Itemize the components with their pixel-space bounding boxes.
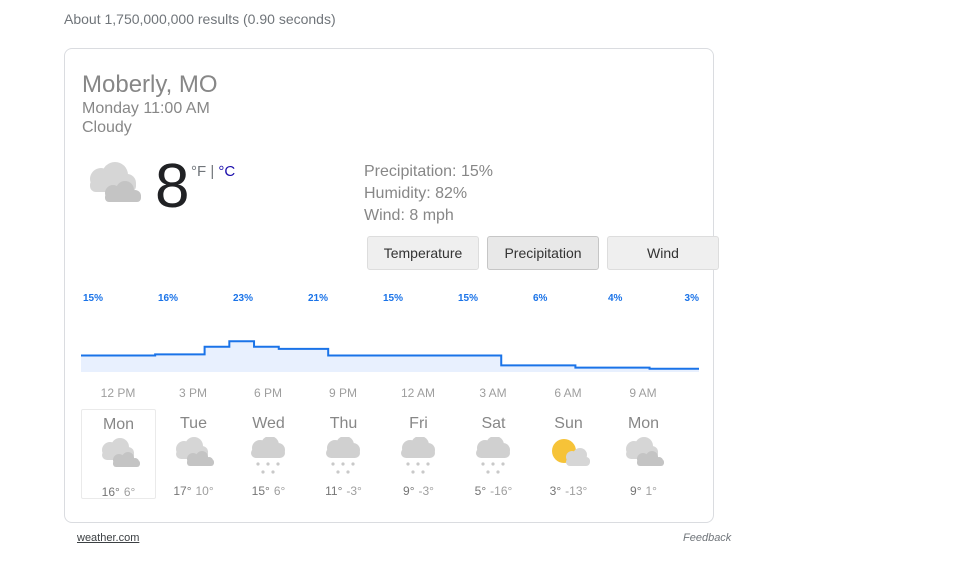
cloudy-icon (83, 161, 145, 212)
high-temp: 9° (630, 484, 642, 498)
day-name: Sun (554, 415, 583, 432)
current-condition: Cloudy (82, 119, 132, 136)
high-temp: 17° (173, 484, 192, 498)
data-label: 6% (533, 293, 548, 304)
day-name: Sat (481, 415, 506, 432)
cloudy-icon (171, 437, 216, 474)
tab-temperature[interactable]: Temperature (367, 236, 479, 270)
precipitation-detail: Precipitation: 15% (364, 163, 493, 180)
day-temps: 16° 6° (82, 485, 155, 499)
data-label: 15% (383, 293, 403, 304)
partly-cloudy-icon (546, 437, 591, 476)
x-tick-label: 3 AM (479, 386, 506, 400)
unit-separator: | (206, 163, 219, 180)
tab-precipitation[interactable]: Precipitation (487, 236, 599, 270)
result-stats: About 1,750,000,000 results (0.90 second… (64, 11, 336, 27)
day-temps: 17° 10° (156, 484, 231, 498)
day-forecast-6[interactable]: Sun 3° -13° (531, 409, 606, 499)
day-forecast-3[interactable]: Thu 11° -3° (306, 409, 381, 499)
day-temps: 9° -3° (381, 484, 456, 498)
unit-celsius[interactable]: °C (218, 163, 235, 180)
day-name: Fri (409, 415, 428, 432)
x-tick-label: 9 AM (629, 386, 656, 400)
day-temps: 5° -16° (456, 484, 531, 498)
x-tick-label: 6 AM (554, 386, 581, 400)
current-temperature: 8 (155, 152, 190, 221)
x-tick-label: 12 AM (401, 386, 435, 400)
day-name: Thu (329, 415, 358, 432)
data-label: 16% (158, 293, 178, 304)
low-temp: 10° (195, 484, 214, 498)
location-title[interactable]: Moberly, MO (82, 71, 218, 99)
unit-toggle: °F | °C (191, 163, 235, 180)
day-name: Mon (102, 416, 135, 433)
weather-details: Precipitation: 15% Humidity: 82% Wind: 8… (364, 161, 493, 227)
low-temp: 6° (123, 485, 136, 499)
high-temp: 15° (251, 484, 270, 498)
snow-icon (396, 436, 441, 482)
source-link[interactable]: weather.com (77, 532, 139, 544)
data-label: 21% (308, 293, 328, 304)
x-tick-label: 12 PM (101, 386, 136, 400)
day-name: Wed (252, 415, 285, 432)
unit-fahrenheit[interactable]: °F (191, 163, 206, 180)
day-name: Mon (627, 415, 660, 432)
day-forecast-0[interactable]: Mon 16° 6° (81, 409, 156, 499)
day-forecast-4[interactable]: Fri 9° -3° (381, 409, 456, 499)
high-temp: 5° (474, 484, 487, 498)
high-temp: 11° (325, 484, 343, 498)
x-tick-label: 3 PM (179, 386, 207, 400)
current-time: Monday 11:00 AM (82, 100, 210, 117)
data-label: 4% (608, 293, 623, 304)
day-name: Tue (180, 415, 207, 432)
snow-icon (471, 436, 516, 482)
feedback-link[interactable]: Feedback (683, 532, 731, 544)
day-forecast-2[interactable]: Wed 15° 6° (231, 409, 306, 499)
cloudy-icon (97, 438, 142, 475)
day-temps: 15° 6° (231, 484, 306, 498)
low-temp: -3° (346, 484, 362, 498)
low-temp: -3° (418, 484, 434, 498)
high-temp: 3° (549, 484, 562, 498)
weather-card: Moberly, MO Monday 11:00 AM Cloudy 8 °F … (64, 48, 719, 523)
chart-tabs: Temperature Precipitation Wind (367, 236, 719, 270)
precipitation-chart: 15% 16% 23% 21% 15% 15% 6% 4% 3% 12 PM 3 PM 6 PM 9 P… (81, 289, 701, 406)
low-temp: 1° (645, 484, 657, 498)
daily-forecast: Mon 16° 6° Tue 17° 10° Wed 15° 6° Thu 11° -3° Fri 9° -… (81, 409, 681, 499)
day-temps: 3° -13° (531, 484, 606, 498)
tab-wind[interactable]: Wind (607, 236, 719, 270)
day-forecast-1[interactable]: Tue 17° 10° (156, 409, 231, 499)
data-label: 23% (233, 293, 253, 304)
cloudy-icon (621, 437, 666, 474)
high-temp: 16° (101, 485, 120, 499)
day-temps: 9° 1° (606, 484, 681, 498)
snow-icon (321, 436, 366, 482)
snow-icon (246, 436, 291, 482)
day-temps: 11° -3° (306, 484, 381, 498)
data-label: 3% (685, 293, 700, 304)
low-temp: -13° (565, 484, 588, 498)
day-forecast-7[interactable]: Mon 9° 1° (606, 409, 681, 499)
day-forecast-5[interactable]: Sat 5° -16° (456, 409, 531, 499)
low-temp: -16° (490, 484, 513, 498)
data-label: 15% (83, 293, 103, 304)
x-tick-label: 9 PM (329, 386, 357, 400)
low-temp: 6° (273, 484, 286, 498)
high-temp: 9° (403, 484, 415, 498)
wind-detail: Wind: 8 mph (364, 207, 454, 224)
humidity-detail: Humidity: 82% (364, 185, 468, 202)
x-tick-label: 6 PM (254, 386, 282, 400)
data-label: 15% (458, 293, 478, 304)
